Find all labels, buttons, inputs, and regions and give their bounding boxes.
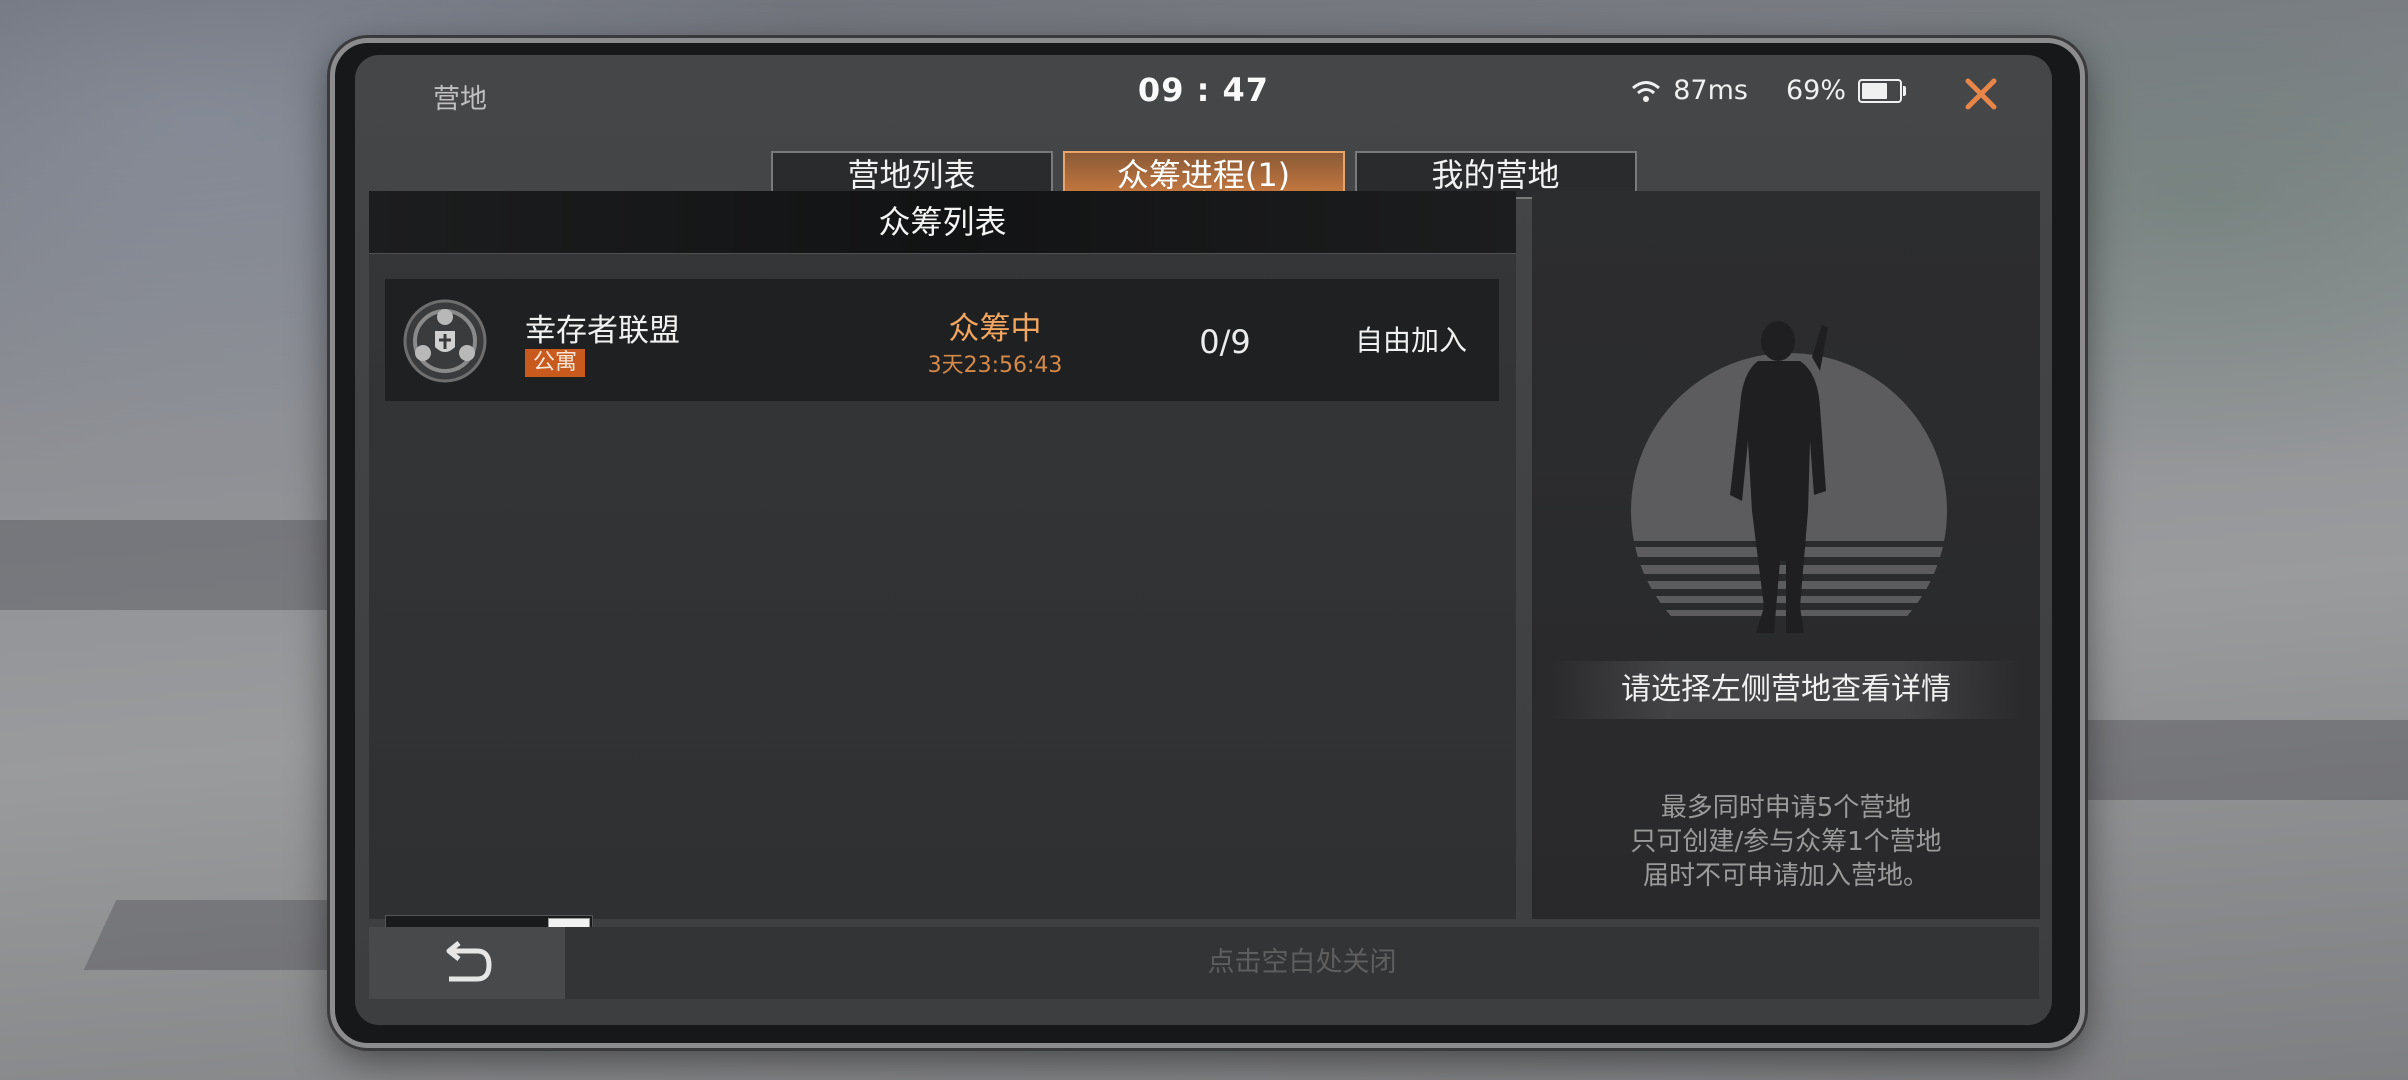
status-bar: 营地 09 : 47 87ms 69%: [355, 55, 2052, 117]
detail-panel: 请选择左侧营地查看详情 最多同时申请5个营地 只可创建/参与众筹1个营地 届时不…: [1532, 191, 2040, 919]
camp-name: 幸存者联盟: [525, 313, 680, 349]
list-header: 众筹列表: [369, 191, 1516, 254]
tablet-screen: 营地 09 : 47 87ms 69% 营地列表 众筹进程(1) 我的营地 众筹…: [355, 55, 2052, 1025]
countdown-timer: 3天23:56:43: [927, 353, 1063, 378]
tap-to-close-hint[interactable]: 点击空白处关闭: [565, 927, 2039, 999]
soldier-silhouette-icon: [1624, 311, 1954, 651]
close-icon: [1965, 78, 1997, 110]
camp-type-badge: 公寓: [525, 349, 586, 377]
crowdfund-status: 众筹中: [948, 311, 1042, 347]
crowdfund-list-panel: 众筹列表 幸存者联盟 公寓 众筹中 3天23:56:43 0/9 自由加入: [369, 191, 1516, 963]
battery-percent: 69%: [1785, 75, 1846, 106]
rules-text: 最多同时申请5个营地 只可创建/参与众筹1个营地 届时不可申请加入营地。: [1532, 791, 2040, 893]
camp-emblem-icon: [401, 297, 489, 385]
back-button[interactable]: [369, 927, 565, 999]
select-camp-hint: 请选择左侧营地查看详情: [1552, 661, 2020, 719]
list-item[interactable]: 幸存者联盟 公寓 众筹中 3天23:56:43 0/9 自由加入: [385, 279, 1499, 401]
member-count: 0/9: [1199, 323, 1251, 361]
status-indicators: 87ms 69%: [1631, 75, 1906, 106]
rule-line: 届时不可申请加入营地。: [1642, 861, 1929, 891]
back-arrow-icon: [446, 941, 492, 982]
tablet-frame: 营地 09 : 47 87ms 69% 营地列表 众筹进程(1) 我的营地 众筹…: [330, 38, 2085, 1048]
rule-line: 只可创建/参与众筹1个营地: [1630, 827, 1942, 857]
join-type: 自由加入: [1355, 324, 1468, 357]
battery-icon: [1858, 78, 1906, 103]
close-button[interactable]: [1956, 69, 2006, 119]
wifi-icon: [1631, 79, 1661, 103]
bottom-bar: 点击空白处关闭: [369, 927, 2039, 999]
rule-line: 最多同时申请5个营地: [1660, 793, 1912, 823]
ping-value: 87ms: [1673, 75, 1748, 106]
